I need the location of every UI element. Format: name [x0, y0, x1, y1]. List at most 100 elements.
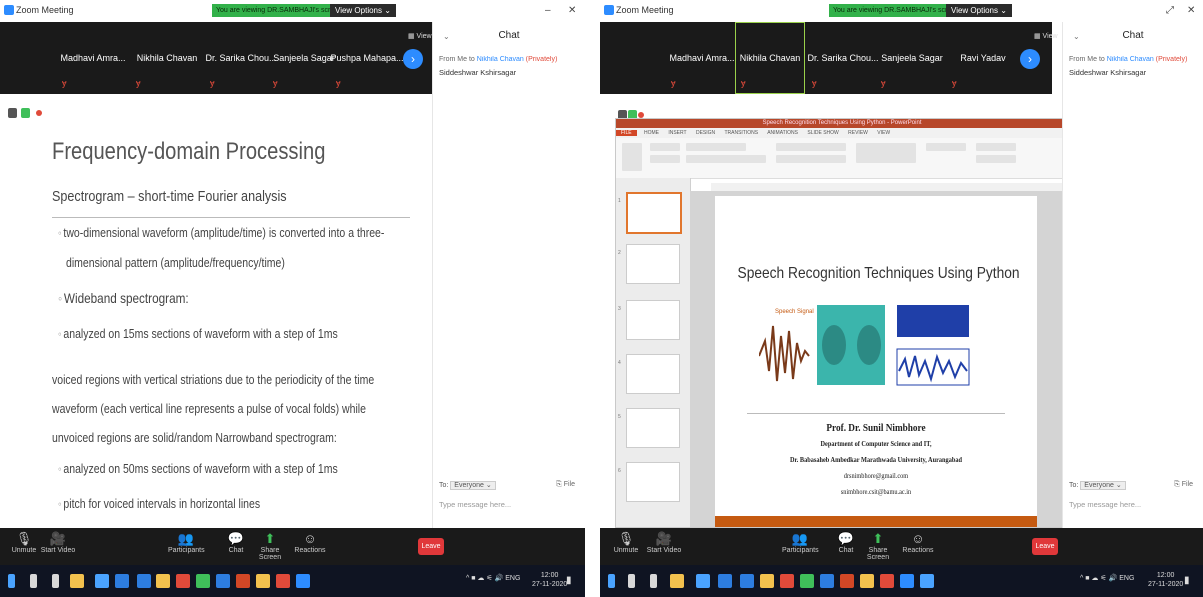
file-explorer-icon[interactable] [70, 574, 84, 588]
search-icon[interactable] [628, 574, 635, 588]
participant-tile[interactable]: Nikhila Chavan ɏ [735, 22, 805, 94]
view-options-button[interactable]: View Options ⌄ [946, 4, 1012, 17]
ribbon-control[interactable] [926, 143, 966, 151]
store-icon[interactable] [696, 574, 710, 588]
ribbon-control[interactable] [776, 143, 846, 151]
recipient-select[interactable]: Everyone ⌄ [450, 481, 496, 490]
system-tray[interactable]: ^ ■ ☁ ⚟ 🔊 ENG [1080, 574, 1134, 582]
participant-tile[interactable]: Pushpa Mahapa... ɏ [330, 22, 404, 94]
edge-icon[interactable] [115, 574, 129, 588]
chrome-icon[interactable] [176, 574, 190, 588]
word-icon[interactable] [216, 574, 230, 588]
unmute-button[interactable]: 🎙 Unmute [608, 531, 644, 554]
notification-icon[interactable]: ▮ [1184, 575, 1190, 586]
paste-icon[interactable] [622, 143, 642, 171]
slide-thumbnail[interactable] [626, 408, 680, 448]
recipient-select[interactable]: Everyone ⌄ [1080, 481, 1126, 490]
chat-input[interactable]: Type message here... [1069, 500, 1197, 509]
app-icon[interactable] [156, 574, 170, 588]
reactions-button[interactable]: ☺ Reactions [292, 531, 328, 554]
menu-transitions[interactable]: TRANSITIONS [724, 130, 758, 136]
chat-button[interactable]: 💬 Chat [828, 531, 864, 554]
participant-tile[interactable]: Ravi Yadav ɏ [946, 22, 1020, 94]
menu-view[interactable]: VIEW [877, 130, 890, 136]
view-options-button[interactable]: View Options ⌄ [330, 4, 396, 17]
ribbon-control[interactable] [976, 155, 1016, 163]
leave-button[interactable]: Leave [418, 538, 444, 555]
menu-file[interactable]: FILE [616, 130, 637, 136]
slide-thumbnail[interactable] [626, 354, 680, 394]
task-view-icon[interactable] [650, 574, 657, 588]
app-icon[interactable] [760, 574, 774, 588]
reactions-button[interactable]: ☺ Reactions [900, 531, 936, 554]
participant-tile[interactable]: Madhavi Amra... ɏ [665, 22, 739, 94]
share-screen-button[interactable]: ⬆ Share Screen [252, 531, 288, 561]
notification-icon[interactable]: ▮ [566, 575, 572, 586]
menu-home[interactable]: HOME [644, 130, 659, 136]
powerpoint-icon[interactable] [840, 574, 854, 588]
task-view-icon[interactable] [52, 574, 59, 588]
ribbon-control[interactable] [686, 155, 766, 163]
next-page-icon[interactable]: › [403, 49, 423, 69]
ribbon-control[interactable] [976, 143, 1016, 151]
chat-input[interactable]: Type message here... [439, 500, 579, 509]
leave-button[interactable]: Leave [1032, 538, 1058, 555]
shapes-gallery[interactable] [856, 143, 916, 163]
clock[interactable]: 12:00 27-11-2020 [532, 571, 567, 589]
app-icon[interactable] [920, 574, 934, 588]
app-icon[interactable] [800, 574, 814, 588]
start-icon[interactable] [608, 574, 615, 588]
mail-icon[interactable] [137, 574, 151, 588]
chat-button[interactable]: 💬 Chat [218, 531, 254, 554]
start-icon[interactable] [8, 574, 15, 588]
close-button[interactable]: ✕ [1187, 5, 1195, 16]
file-button[interactable]: ⎘ File [1174, 481, 1193, 489]
slide-thumbnail[interactable] [626, 462, 680, 502]
start-video-button[interactable]: 🎥 Start Video [646, 531, 682, 554]
powerpoint-icon[interactable] [236, 574, 250, 588]
participant-tile[interactable]: Sanjeela Sagar ɏ [875, 22, 949, 94]
system-tray[interactable]: ^ ■ ☁ ⚟ 🔊 ENG [466, 574, 520, 582]
unmute-button[interactable]: 🎙 Unmute [6, 531, 42, 554]
menu-insert[interactable]: INSERT [668, 130, 686, 136]
word-icon[interactable] [820, 574, 834, 588]
participant-tile[interactable]: Nikhila Chavan ɏ [130, 22, 204, 94]
pin-icon[interactable]: ⤢ [1166, 5, 1174, 16]
zoom-taskbar-icon[interactable] [900, 574, 914, 588]
mail-icon[interactable] [740, 574, 754, 588]
start-video-button[interactable]: 🎥 Start Video [40, 531, 76, 554]
store-icon[interactable] [95, 574, 109, 588]
current-slide[interactable]: Speech Recognition Techniques Using Pyth… [715, 196, 1037, 527]
slide-thumbnail[interactable] [626, 300, 680, 340]
menu-animations[interactable]: ANIMATIONS [767, 130, 798, 136]
app-icon[interactable] [276, 574, 290, 588]
app-icon[interactable] [196, 574, 210, 588]
app-icon[interactable] [256, 574, 270, 588]
search-icon[interactable] [30, 574, 37, 588]
app-icon[interactable] [880, 574, 894, 588]
participant-tile[interactable]: Dr. Sarika Chou... ɏ [806, 22, 880, 94]
ribbon-control[interactable] [686, 143, 746, 151]
ribbon-control[interactable] [650, 143, 680, 151]
menu-slideshow[interactable]: SLIDE SHOW [807, 130, 838, 136]
zoom-taskbar-icon[interactable] [296, 574, 310, 588]
share-screen-button[interactable]: ⬆ Share Screen [860, 531, 896, 561]
minimize-button[interactable]: – [545, 5, 551, 16]
gallery-view-toggle[interactable]: ▦ View [408, 32, 432, 40]
ribbon-control[interactable] [650, 155, 680, 163]
file-button[interactable]: ⎘ File [556, 481, 575, 489]
slide-thumbnail[interactable] [626, 192, 682, 234]
participants-button[interactable]: 👥 Participants [168, 531, 205, 554]
ribbon-control[interactable] [776, 155, 846, 163]
gallery-view-toggle[interactable]: ▦ View [1034, 32, 1058, 40]
close-button[interactable]: ✕ [568, 5, 576, 16]
clock[interactable]: 12:00 27-11-2020 [1148, 571, 1183, 589]
app-icon[interactable] [860, 574, 874, 588]
edge-icon[interactable] [718, 574, 732, 588]
chrome-icon[interactable] [780, 574, 794, 588]
menu-review[interactable]: REVIEW [848, 130, 868, 136]
next-page-icon[interactable]: › [1020, 49, 1040, 69]
menu-design[interactable]: DESIGN [696, 130, 715, 136]
participants-button[interactable]: 👥 Participants [782, 531, 819, 554]
slide-thumbnail[interactable] [626, 244, 680, 284]
